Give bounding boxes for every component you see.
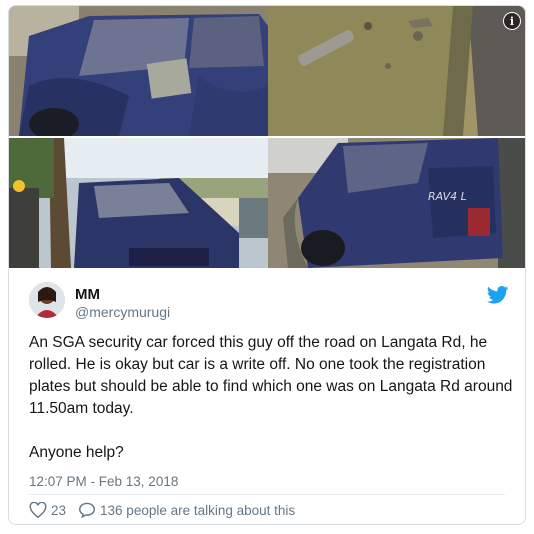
twitter-bird-icon[interactable] bbox=[486, 286, 509, 304]
like-button[interactable]: 23 bbox=[29, 502, 66, 518]
heart-icon bbox=[29, 502, 47, 518]
timestamp[interactable]: 12:07 PM - Feb 13, 2018 bbox=[29, 474, 178, 489]
talking-count: 136 people are talking about this bbox=[100, 502, 296, 518]
divider bbox=[29, 494, 505, 495]
tweet-header: MM @mercymurugi bbox=[29, 282, 509, 322]
avatar[interactable] bbox=[29, 282, 65, 318]
photo-1[interactable] bbox=[9, 6, 268, 136]
tweet-card[interactable]: i RAV4 L MM @mercymurugi An SGA security… bbox=[8, 5, 526, 525]
like-count: 23 bbox=[51, 502, 67, 518]
tweet-actions: 23 136 people are talking about this bbox=[29, 500, 295, 520]
photo-2[interactable]: i bbox=[268, 6, 525, 136]
photo-3[interactable] bbox=[9, 138, 268, 268]
info-icon[interactable]: i bbox=[503, 12, 521, 30]
tweet-text: An SGA security car forced this guy off … bbox=[29, 334, 513, 461]
photo-4[interactable]: RAV4 L bbox=[268, 138, 525, 268]
reply-button[interactable]: 136 people are talking about this bbox=[78, 502, 295, 518]
rav4-badge: RAV4 L bbox=[428, 190, 467, 203]
speech-bubble-icon bbox=[79, 502, 96, 518]
author-name[interactable]: MM bbox=[75, 286, 100, 303]
author-handle[interactable]: @mercymurugi bbox=[75, 304, 170, 320]
media-grid[interactable]: i RAV4 L bbox=[9, 6, 525, 268]
